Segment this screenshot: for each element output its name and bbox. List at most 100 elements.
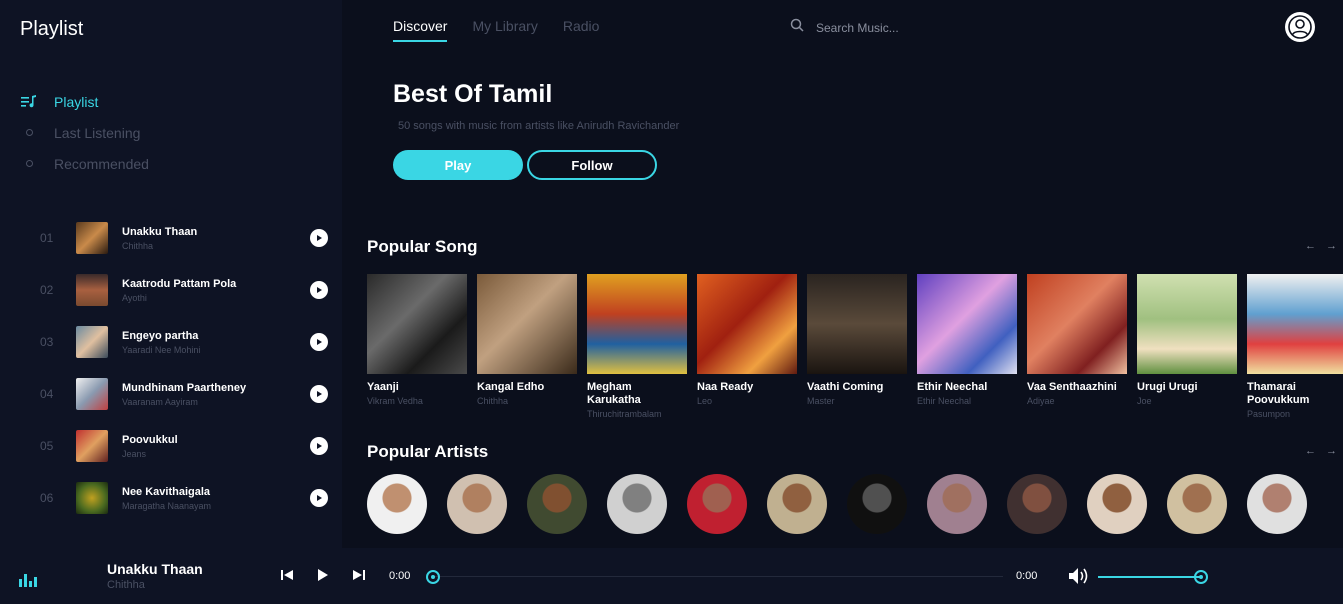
track-row[interactable]: 03 Engeyo partha Yaaradi Nee Mohini (40, 316, 330, 368)
sidebar-item-last-listening[interactable]: Last Listening (20, 117, 149, 148)
playlist-subtitle: 50 songs with music from artists like An… (398, 120, 680, 132)
artist-avatar[interactable] (847, 474, 907, 534)
song-subtitle: Chithha (477, 396, 509, 406)
track-subtitle: Ayothi (122, 292, 147, 303)
volume-handle[interactable] (1194, 570, 1208, 584)
song-cover (1027, 274, 1127, 374)
app-title: Playlist (20, 18, 84, 40)
progress-handle[interactable] (426, 570, 440, 584)
sidebar-item-recommended[interactable]: Recommended (20, 148, 149, 179)
track-title: Nee Kavithaigala (122, 485, 211, 498)
play-icon[interactable] (315, 568, 329, 582)
user-icon (1288, 15, 1312, 39)
circle-icon (20, 160, 38, 167)
arrow-right-icon[interactable]: → (1326, 240, 1337, 252)
song-card[interactable]: Vaathi Coming Master (807, 274, 907, 419)
playlist-title: Best Of Tamil (393, 80, 553, 108)
track-row[interactable]: 05 Poovukkul Jeans (40, 420, 330, 472)
track-title: Poovukkul (122, 433, 178, 446)
track-row[interactable]: 01 Unakku Thaan Chithha (40, 212, 330, 264)
song-subtitle: Leo (697, 396, 713, 406)
player-bar: Unakku Thaan Chithha 0:00 0:00 (0, 548, 1343, 604)
artist-avatar[interactable] (767, 474, 827, 534)
sidebar-item-label: Playlist (54, 93, 99, 110)
sidebar: Playlist Playlist Last Listening Recomme… (0, 0, 342, 548)
tab-discover[interactable]: Discover (393, 18, 448, 42)
play-icon[interactable] (310, 385, 328, 403)
artist-avatar[interactable] (1247, 474, 1307, 534)
song-title: Thamarai Poovukkum (1247, 381, 1310, 406)
equalizer-icon (19, 574, 37, 587)
search-bar (790, 18, 996, 37)
search-input[interactable] (816, 20, 996, 35)
popular-artists-arrows: ← → (1305, 445, 1337, 457)
track-title: Kaatrodu Pattam Pola (122, 277, 237, 290)
artist-avatar[interactable] (1167, 474, 1227, 534)
artist-avatar[interactable] (927, 474, 987, 534)
tab-radio[interactable]: Radio (563, 18, 600, 42)
progress-track[interactable] (433, 576, 1003, 577)
track-number: 04 (40, 387, 54, 401)
play-icon[interactable] (310, 229, 328, 247)
song-card[interactable]: Vaa Senthaazhini Adiyae (1027, 274, 1127, 419)
sidebar-item-label: Last Listening (54, 124, 141, 141)
sidebar-item-playlist[interactable]: Playlist (20, 86, 149, 117)
track-row[interactable]: 04 Mundhinam Paartheney Vaaranam Aayiram (40, 368, 330, 420)
track-list: 01 Unakku Thaan Chithha 02 Kaatrodu Patt… (40, 212, 330, 524)
circle-icon (20, 129, 38, 136)
artist-avatar[interactable] (367, 474, 427, 534)
song-cover (587, 274, 687, 374)
artist-avatar[interactable] (527, 474, 587, 534)
artist-avatar[interactable] (1007, 474, 1067, 534)
artist-avatar[interactable] (687, 474, 747, 534)
current-time: 0:00 (389, 570, 411, 582)
arrow-left-icon[interactable]: ← (1305, 240, 1316, 252)
track-number: 06 (40, 491, 54, 505)
next-icon[interactable] (352, 568, 366, 582)
song-card[interactable]: Yaanji Vikram Vedha (367, 274, 467, 419)
arrow-right-icon[interactable]: → (1326, 445, 1337, 457)
song-title: Urugi Urugi (1137, 381, 1198, 393)
song-subtitle: Ethir Neechal (917, 396, 972, 406)
artist-avatar[interactable] (1087, 474, 1147, 534)
track-number: 02 (40, 283, 54, 297)
play-icon[interactable] (310, 489, 328, 507)
follow-button[interactable]: Follow (527, 150, 657, 180)
volume-fill (1098, 576, 1201, 578)
song-card[interactable]: Thamarai Poovukkum Pasumpon (1247, 274, 1343, 419)
track-subtitle: Yaaradi Nee Mohini (122, 344, 201, 355)
song-title: Ethir Neechal (917, 381, 988, 393)
song-cover (697, 274, 797, 374)
song-cover (917, 274, 1017, 374)
track-number: 05 (40, 439, 54, 453)
volume-icon[interactable] (1068, 567, 1090, 585)
track-thumbnail (76, 378, 108, 410)
artist-avatar[interactable] (607, 474, 667, 534)
song-title: Vaathi Coming (807, 381, 884, 393)
artist-avatar[interactable] (447, 474, 507, 534)
play-icon[interactable] (310, 437, 328, 455)
song-card[interactable]: Naa Ready Leo (697, 274, 797, 419)
play-button[interactable]: Play (393, 150, 523, 180)
user-avatar[interactable] (1285, 12, 1315, 42)
popular-artists-heading: Popular Artists (367, 442, 489, 461)
song-subtitle: Vikram Vedha (367, 396, 423, 406)
playlist-icon (20, 94, 38, 109)
arrow-left-icon[interactable]: ← (1305, 445, 1316, 457)
play-icon[interactable] (310, 333, 328, 351)
sidebar-item-label: Recommended (54, 155, 149, 172)
tab-my-library[interactable]: My Library (472, 18, 537, 42)
track-row[interactable]: 06 Nee Kavithaigala Maragatha Naanayam (40, 472, 330, 524)
search-icon[interactable] (790, 18, 804, 37)
song-cover (1137, 274, 1237, 374)
duration-time: 0:00 (1016, 570, 1038, 582)
song-card[interactable]: Ethir Neechal Ethir Neechal (917, 274, 1017, 419)
song-subtitle: Pasumpon (1247, 409, 1291, 419)
song-card[interactable]: Urugi Urugi Joe (1137, 274, 1237, 419)
song-cover (367, 274, 467, 374)
song-card[interactable]: Megham Karukatha Thiruchitrambalam (587, 274, 687, 419)
song-card[interactable]: Kangal Edho Chithha (477, 274, 577, 419)
play-icon[interactable] (310, 281, 328, 299)
track-row[interactable]: 02 Kaatrodu Pattam Pola Ayothi (40, 264, 330, 316)
previous-icon[interactable] (280, 568, 294, 582)
